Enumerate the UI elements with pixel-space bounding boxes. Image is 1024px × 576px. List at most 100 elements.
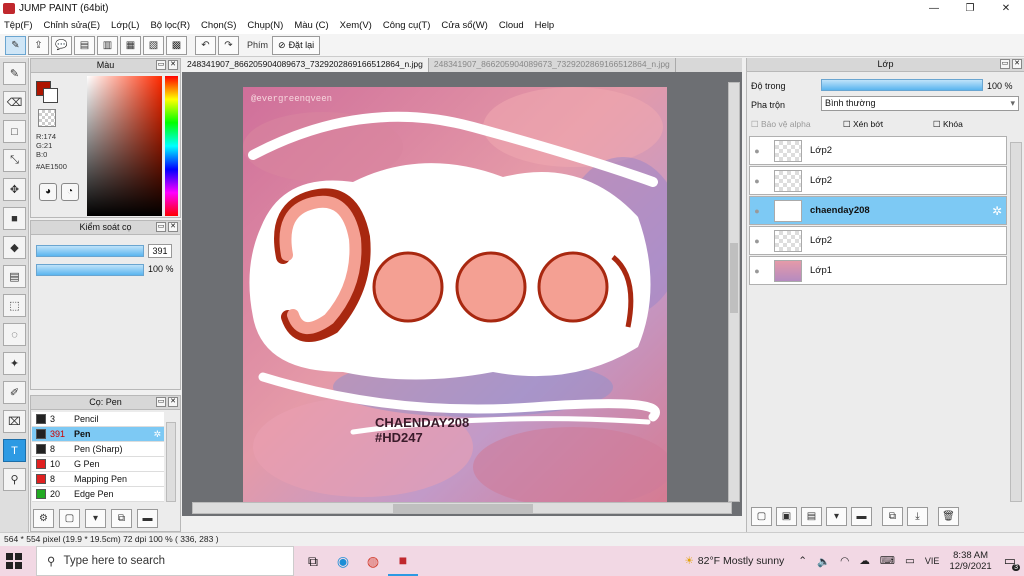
brush-size-value[interactable]: 391: [148, 244, 172, 258]
add-brush-icon[interactable]: ⚙: [33, 509, 54, 528]
taskbar-search[interactable]: ⚲ Type here to search: [36, 546, 294, 576]
settings-gear-icon[interactable]: ✲: [992, 204, 1002, 218]
brush-list-scrollbar[interactable]: [166, 422, 176, 502]
visibility-eye-icon[interactable]: ●: [750, 206, 764, 216]
move-tool-icon[interactable]: ✥: [3, 178, 26, 201]
document-icon[interactable]: ▦: [120, 35, 141, 55]
weather-text[interactable]: 82°F Mostly sunny: [698, 555, 784, 567]
visibility-eye-icon[interactable]: ●: [750, 146, 764, 156]
new-layer-menu-icon[interactable]: ▾: [826, 507, 847, 526]
hue-slider[interactable]: [165, 76, 178, 216]
new-8bit-layer-icon[interactable]: ▤: [801, 507, 822, 526]
copy-brush-icon[interactable]: ⧉: [111, 509, 132, 528]
brush-menu-icon[interactable]: ▾: [85, 509, 106, 528]
close-button[interactable]: ✕: [988, 0, 1024, 17]
visibility-eye-icon[interactable]: ●: [750, 236, 764, 246]
export-icon[interactable]: ⇪: [28, 35, 49, 55]
undo-icon[interactable]: ↶: [195, 35, 216, 55]
folder-icon[interactable]: ▬: [137, 509, 158, 528]
network-icon[interactable]: ◠: [840, 555, 849, 567]
brush-item-mapping-pen[interactable]: 8 Mapping Pen: [32, 472, 164, 487]
menu-select[interactable]: Chọn(S): [201, 20, 236, 31]
new-brush-icon[interactable]: ▢: [59, 509, 80, 528]
menu-cloud[interactable]: Cloud: [499, 20, 524, 31]
sub-color-swatch[interactable]: [43, 88, 58, 103]
keyboard-icon[interactable]: ⌨: [880, 555, 895, 567]
windows-start-icon[interactable]: [6, 553, 22, 569]
blend-mode-select[interactable]: Bình thường ▾: [821, 96, 1019, 111]
undock-icon[interactable]: ▭: [156, 60, 166, 70]
canvas-horizontal-scrollbar[interactable]: [192, 502, 732, 514]
close-icon[interactable]: ✕: [168, 397, 178, 407]
menu-filter[interactable]: Bộ lọc(R): [150, 20, 190, 31]
new-folder-icon[interactable]: ▬: [851, 507, 872, 526]
palette-icon[interactable]: ◕: [39, 183, 57, 201]
merge-layer-icon[interactable]: ⤓: [907, 507, 928, 526]
gradient-tool-icon[interactable]: ▤: [3, 265, 26, 288]
task-view-icon[interactable]: ⧉: [298, 546, 328, 576]
bucket-tool-icon[interactable]: ◆: [3, 236, 26, 259]
menu-view[interactable]: Xem(V): [340, 20, 372, 31]
menu-layer[interactable]: Lớp(L): [111, 20, 139, 31]
page-icon[interactable]: ▥: [97, 35, 118, 55]
grid-icon[interactable]: ▩: [166, 35, 187, 55]
protect-alpha-checkbox[interactable]: ☐ Bảo vệ alpha: [751, 119, 843, 130]
brush-item-pencil[interactable]: 3 Pencil: [32, 412, 164, 427]
chevron-up-icon[interactable]: ⌃: [798, 555, 807, 567]
chrome-browser-icon[interactable]: ◍: [358, 546, 388, 576]
undock-icon[interactable]: ▭: [1000, 59, 1010, 69]
layer-item[interactable]: ● Lớp2: [749, 136, 1007, 165]
brush-size-slider[interactable]: [36, 245, 144, 257]
volume-icon[interactable]: 🔈: [817, 555, 830, 568]
edge-browser-icon[interactable]: ◉: [328, 546, 358, 576]
menu-window[interactable]: Cửa sổ(W): [441, 20, 487, 31]
medibang-app-icon[interactable]: ■: [388, 546, 418, 576]
clock[interactable]: 8:38 AM 12/9/2021: [949, 550, 991, 572]
artwork-canvas[interactable]: @evergreenqveen CHAENDAY208 #HD247: [243, 87, 667, 503]
onedrive-icon[interactable]: ☁: [859, 555, 870, 567]
close-icon[interactable]: ✕: [168, 222, 178, 232]
select-eraser-tool-icon[interactable]: ⌧: [3, 410, 26, 433]
brush-item-edge-pen[interactable]: 20 Edge Pen: [32, 487, 164, 502]
visibility-eye-icon[interactable]: ●: [750, 176, 764, 186]
notification-icon[interactable]: ▭ 3: [1004, 553, 1020, 571]
layer-item[interactable]: ● Lớp2: [749, 166, 1007, 195]
layer-item[interactable]: ● Lớp1: [749, 256, 1007, 285]
fill-rect-tool-icon[interactable]: ■: [3, 207, 26, 230]
layer-item[interactable]: ● Lớp2: [749, 226, 1007, 255]
close-icon[interactable]: ✕: [168, 60, 178, 70]
select-rect-tool-icon[interactable]: □: [3, 120, 26, 143]
comment-icon[interactable]: ▤: [74, 35, 95, 55]
tab-document[interactable]: 248341907_866205904089673_73292028691665…: [428, 58, 676, 72]
brush-opacity-slider[interactable]: [36, 264, 144, 276]
canvas-area[interactable]: @evergreenqveen CHAENDAY208 #HD247: [182, 72, 742, 516]
brush-item-g-pen[interactable]: 10 G Pen: [32, 457, 164, 472]
duplicate-layer-icon[interactable]: ⧉: [882, 507, 903, 526]
display-icon[interactable]: ▭: [905, 555, 915, 567]
brush-item-pen-sharp[interactable]: 8 Pen (Sharp): [32, 442, 164, 457]
panel-icon[interactable]: ▧: [143, 35, 164, 55]
redo-icon[interactable]: ↷: [218, 35, 239, 55]
tab-document-active[interactable]: 248341907_866205904089673_73292028691665…: [182, 58, 429, 72]
close-icon[interactable]: ✕: [1012, 59, 1022, 69]
undock-icon[interactable]: ▭: [156, 397, 166, 407]
restore-button[interactable]: ❐: [952, 0, 988, 17]
menu-help[interactable]: Help: [535, 20, 555, 31]
speech-bubble-icon[interactable]: 💬: [51, 35, 72, 55]
select-pen-tool-icon[interactable]: ✐: [3, 381, 26, 404]
undock-icon[interactable]: ▭: [156, 222, 166, 232]
menu-edit[interactable]: Chỉnh sửa(E): [44, 20, 101, 31]
lock-checkbox[interactable]: ☐ Khóa: [933, 119, 963, 130]
menu-file[interactable]: Tệp(F): [4, 20, 33, 31]
eraser-tool-icon[interactable]: ⌫: [3, 91, 26, 114]
reset-button[interactable]: ⊘ Đặt lại: [272, 35, 321, 55]
selection-tool-icon[interactable]: ⬚: [3, 294, 26, 317]
menu-tools[interactable]: Công cụ(T): [383, 20, 431, 31]
menu-capture[interactable]: Chụp(N): [247, 20, 283, 31]
menu-color[interactable]: Màu (C): [294, 20, 328, 31]
saturation-value-square[interactable]: [87, 76, 162, 216]
delete-layer-icon[interactable]: 🗑: [938, 507, 959, 526]
magic-wand-tool-icon[interactable]: ✦: [3, 352, 26, 375]
visibility-eye-icon[interactable]: ●: [750, 266, 764, 276]
pen-tool-icon[interactable]: ✎: [5, 35, 26, 55]
